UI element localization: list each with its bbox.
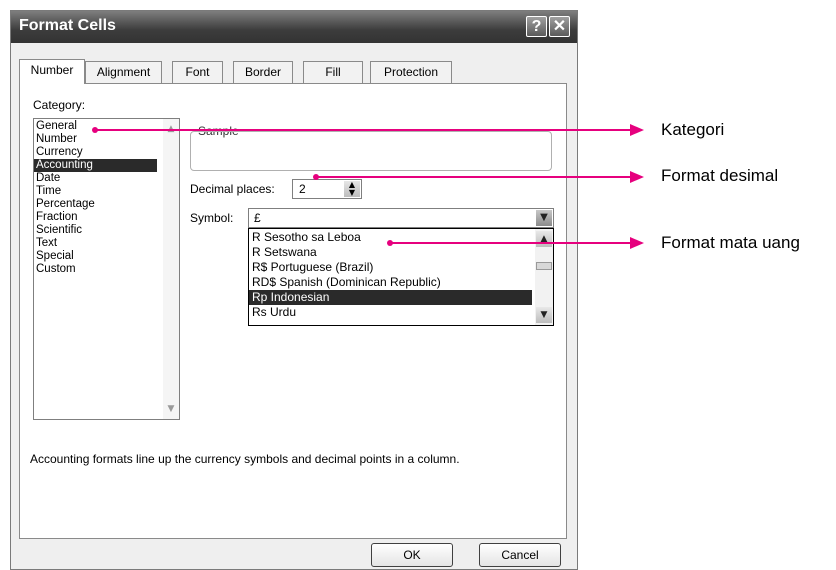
scroll-up-icon[interactable]: ▲: [536, 231, 552, 247]
symbol-option[interactable]: R$ Portuguese (Brazil): [249, 260, 532, 275]
close-button[interactable]: ✕: [549, 16, 570, 37]
category-label: Category:: [33, 98, 86, 112]
category-item[interactable]: Special: [34, 250, 157, 263]
scroll-down-icon[interactable]: ▼: [165, 403, 177, 415]
category-scrollbar[interactable]: ▲ ▼: [163, 119, 179, 419]
tab-alignment[interactable]: Alignment: [85, 61, 162, 83]
spin-arrows-icon[interactable]: ▲ ▼: [344, 181, 360, 197]
format-description: Accounting formats line up the currency …: [30, 452, 460, 466]
arrow-head-icon: [630, 124, 644, 136]
category-item[interactable]: Custom: [34, 263, 157, 276]
title-bar: Format Cells ? ✕: [11, 11, 577, 43]
tab-number[interactable]: Number: [19, 59, 85, 84]
tab-fill[interactable]: Fill: [303, 61, 363, 83]
category-item[interactable]: Time: [34, 185, 157, 198]
symbol-option-selected[interactable]: Rp Indonesian: [249, 290, 532, 305]
category-item[interactable]: Currency: [34, 146, 157, 159]
category-item[interactable]: Fraction: [34, 211, 157, 224]
tab-font[interactable]: Font: [172, 61, 223, 83]
annotation-line-kategori: [95, 129, 632, 131]
category-item[interactable]: Text: [34, 237, 157, 250]
annotation-mata-uang: Format mata uang: [661, 233, 800, 252]
symbol-select[interactable]: £ ▼: [248, 208, 554, 228]
annotation-line-desimal: [316, 176, 632, 178]
arrow-head-icon: [630, 237, 644, 249]
tab-protection[interactable]: Protection: [370, 61, 452, 83]
ok-button[interactable]: OK: [371, 543, 453, 567]
category-item-selected[interactable]: Accounting: [34, 159, 157, 172]
decimal-places-spinner[interactable]: 2 ▲ ▼: [292, 179, 362, 199]
symbol-option[interactable]: Rs Urdu: [249, 305, 532, 320]
category-list[interactable]: General Number Currency Accounting Date …: [33, 118, 180, 420]
arrow-head-icon: [630, 171, 644, 183]
tab-border[interactable]: Border: [233, 61, 293, 83]
cancel-button[interactable]: Cancel: [479, 543, 561, 567]
annotation-kategori: Kategori: [661, 120, 725, 139]
number-tab-panel: Category: General Number Currency Accoun…: [19, 83, 567, 539]
annotation-desimal: Format desimal: [661, 166, 779, 185]
symbol-value[interactable]: £: [254, 211, 261, 225]
category-item[interactable]: Scientific: [34, 224, 157, 237]
category-item[interactable]: Date: [34, 172, 157, 185]
decimal-places-value[interactable]: 2: [299, 182, 306, 196]
symbol-label: Symbol:: [190, 211, 234, 225]
category-item[interactable]: Number: [34, 133, 157, 146]
decimal-places-label: Decimal places:: [190, 182, 275, 196]
help-button[interactable]: ?: [526, 16, 547, 37]
symbol-option[interactable]: R Setswana: [249, 245, 532, 260]
chevron-down-icon[interactable]: ▼: [536, 210, 552, 226]
annotation-line-mata-uang: [390, 242, 632, 244]
scroll-down-icon[interactable]: ▼: [536, 307, 552, 323]
dialog-title: Format Cells: [19, 17, 116, 34]
category-item[interactable]: Percentage: [34, 198, 157, 211]
scroll-thumb[interactable]: [536, 262, 552, 270]
sample-box: [190, 131, 552, 171]
format-cells-dialog: Format Cells ? ✕ Number Alignment Font B…: [10, 10, 578, 570]
symbol-option[interactable]: RD$ Spanish (Dominican Republic): [249, 275, 532, 290]
